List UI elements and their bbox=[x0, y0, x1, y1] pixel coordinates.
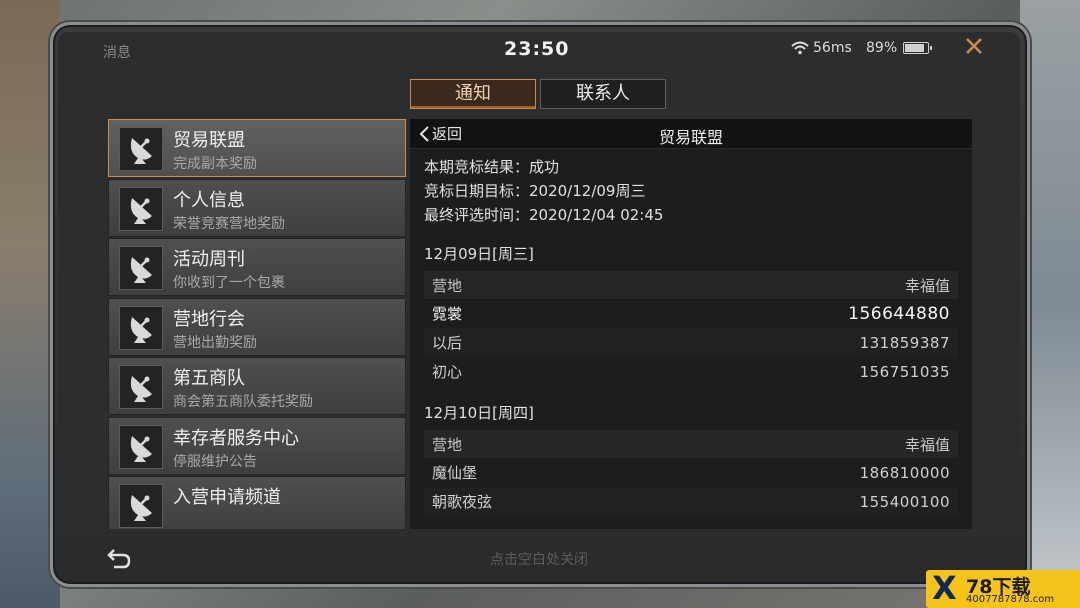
site-watermark-logo: X 78下载 4007787878.com bbox=[926, 570, 1080, 608]
happiness-value: 156751035 bbox=[859, 362, 950, 381]
happiness-value: 186810000 bbox=[859, 463, 950, 482]
camp-name: 霓裳 bbox=[432, 305, 463, 323]
satellite-dish-icon bbox=[119, 246, 163, 290]
column-happiness: 幸福值 bbox=[904, 276, 950, 295]
battery-icon bbox=[903, 42, 933, 54]
sidebar-item-weekly-events[interactable]: 活动周刊 你收到了一个包裹 bbox=[108, 238, 406, 296]
wifi-icon bbox=[791, 41, 809, 55]
sidebar-item-subtitle: 营地出勤奖励 bbox=[173, 334, 257, 351]
sidebar-item-title: 贸易联盟 bbox=[173, 130, 245, 151]
camp-name: 初心 bbox=[432, 363, 463, 381]
sidebar-item-personal-info[interactable]: 个人信息 荣誉竞赛营地奖励 bbox=[108, 178, 406, 237]
sidebar-item-camp-application[interactable]: 入营申请频道 bbox=[108, 476, 406, 529]
sidebar-item-camp-guild[interactable]: 营地行会 营地出勤奖励 bbox=[108, 297, 406, 356]
column-camp: 营地 bbox=[432, 276, 463, 295]
satellite-dish-icon bbox=[119, 484, 163, 528]
bid-result: 本期竞标结果：成功 bbox=[424, 158, 560, 176]
sidebar-item-subtitle: 停服维护公告 bbox=[173, 453, 257, 470]
camp-name: 朝歌夜弦 bbox=[432, 493, 493, 511]
table-row: 以后 131859387 bbox=[424, 328, 958, 357]
detail-header: 返回 贸易联盟 bbox=[410, 119, 972, 149]
ping-text: 56ms bbox=[813, 40, 852, 56]
section-date: 12月10日[周四] bbox=[424, 404, 534, 422]
tab-notifications[interactable]: 通知 bbox=[410, 79, 536, 109]
status-bar: 消息 23:50 56ms 89% bbox=[58, 32, 1020, 70]
screen-title: 消息 bbox=[103, 45, 131, 61]
message-detail-panel: 返回 贸易联盟 本期竞标结果：成功 竞标日期目标：2020/12/09周三 最终… bbox=[410, 119, 972, 529]
network-status: 56ms bbox=[791, 40, 852, 56]
final-selection-time: 最终评选时间：2020/12/04 02:45 bbox=[424, 206, 664, 224]
happiness-value: 156644880 bbox=[848, 303, 950, 324]
sidebar-item-subtitle: 完成副本奖励 bbox=[173, 156, 257, 172]
bottom-bar: 点击空白处关闭 bbox=[58, 537, 1020, 577]
table-header: 营地 幸福值 bbox=[424, 271, 958, 299]
column-camp: 营地 bbox=[432, 435, 463, 454]
detail-title: 贸易联盟 bbox=[658, 128, 723, 147]
clock: 23:50 bbox=[504, 38, 570, 60]
satellite-dish-icon bbox=[119, 127, 163, 171]
watermark-url: 4007787878.com bbox=[966, 594, 1055, 605]
battery-status: 89% bbox=[866, 40, 933, 56]
ranking-table: 营地 幸福值 魔仙堡 186810000 朝歌夜弦 155400100 bbox=[424, 430, 958, 516]
tab-contacts[interactable]: 联系人 bbox=[540, 79, 666, 109]
message-screen: 消息 23:50 56ms 89% 通知 联系人 贸易联盟 完成副本奖励 个人信… bbox=[58, 32, 1020, 577]
sidebar-item-trade-alliance[interactable]: 贸易联盟 完成副本奖励 bbox=[108, 119, 406, 177]
satellite-dish-icon bbox=[119, 186, 163, 231]
satellite-dish-icon bbox=[119, 365, 163, 409]
sidebar-item-fifth-caravan[interactable]: 第五商队 商会第五商队委托奖励 bbox=[108, 357, 406, 415]
satellite-dish-icon bbox=[119, 305, 163, 350]
watermark-x: X bbox=[932, 569, 957, 607]
sidebar-item-title: 营地行会 bbox=[173, 308, 245, 330]
sidebar-item-title: 活动周刊 bbox=[173, 249, 245, 270]
sidebar-item-title: 幸存者服务中心 bbox=[173, 427, 299, 449]
happiness-value: 131859387 bbox=[859, 333, 950, 352]
sidebar-item-title: 第五商队 bbox=[173, 368, 245, 389]
sidebar-item-subtitle: 你收到了一个包裹 bbox=[173, 275, 285, 291]
sidebar-item-survivor-service[interactable]: 幸存者服务中心 停服维护公告 bbox=[108, 416, 406, 475]
camp-name: 魔仙堡 bbox=[432, 464, 478, 482]
close-icon bbox=[966, 38, 982, 54]
table-row: 魔仙堡 186810000 bbox=[424, 458, 958, 487]
sidebar-item-title: 个人信息 bbox=[173, 189, 245, 211]
camp-name: 以后 bbox=[432, 334, 463, 352]
close-hint: 点击空白处关闭 bbox=[490, 552, 588, 568]
satellite-dish-icon bbox=[119, 424, 163, 469]
table-row: 初心 156751035 bbox=[424, 357, 958, 386]
message-sidebar: 贸易联盟 完成副本奖励 个人信息 荣誉竞赛营地奖励 活动周刊 你收到了一个包裹 … bbox=[108, 119, 406, 529]
sidebar-item-title: 入营申请频道 bbox=[173, 487, 281, 508]
tab-bar: 通知 联系人 bbox=[410, 79, 666, 109]
sidebar-item-subtitle: 商会第五商队委托奖励 bbox=[173, 394, 313, 410]
close-button[interactable] bbox=[962, 36, 986, 60]
table-header: 营地 幸福值 bbox=[424, 430, 958, 458]
bid-target-date: 竞标日期目标：2020/12/09周三 bbox=[424, 182, 646, 200]
battery-percent: 89% bbox=[866, 40, 898, 56]
table-row: 霓裳 156644880 bbox=[424, 299, 958, 328]
ranking-table: 营地 幸福值 霓裳 156644880 以后 131859387 初心 1567… bbox=[424, 271, 958, 386]
sidebar-item-subtitle: 荣誉竞赛营地奖励 bbox=[173, 215, 285, 232]
happiness-value: 155400100 bbox=[859, 492, 950, 511]
bid-info: 本期竞标结果：成功 竞标日期目标：2020/12/09周三 最终评选时间：202… bbox=[410, 149, 972, 227]
column-happiness: 幸福值 bbox=[904, 435, 950, 454]
table-row: 朝歌夜弦 155400100 bbox=[424, 487, 958, 516]
section-date: 12月09日[周三] bbox=[424, 245, 534, 263]
